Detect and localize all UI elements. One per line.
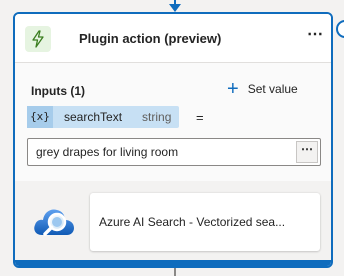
node-title: Plugin action (preview) xyxy=(79,31,222,46)
set-value-button[interactable]: + Set value xyxy=(227,79,298,99)
azure-ai-search-cloud-icon xyxy=(32,201,76,241)
value-input[interactable]: grey drapes for living room ⋯ xyxy=(27,138,321,166)
equals-operator: = xyxy=(196,110,204,125)
inputs-section: Inputs (1) + Set value {x} searchText st… xyxy=(15,63,331,181)
plugin-area: Azure AI Search - Vectorized sea... xyxy=(15,181,331,264)
value-more-button[interactable]: ⋯ xyxy=(296,141,318,163)
variable-name: searchText xyxy=(64,110,123,124)
plus-icon: + xyxy=(227,78,239,100)
value-text: grey drapes for living room xyxy=(36,145,179,159)
connection-handle[interactable] xyxy=(336,20,344,38)
card-bottom-bar xyxy=(15,260,331,266)
lightning-bolt-icon xyxy=(25,26,51,52)
variable-icon: {x} xyxy=(27,106,53,128)
flow-connector-bottom xyxy=(174,268,176,276)
plugin-label: Azure AI Search - Vectorized sea... xyxy=(99,215,286,229)
plugin-card[interactable]: Azure AI Search - Vectorized sea... xyxy=(90,193,320,251)
more-options-button[interactable]: ⋯ xyxy=(305,27,325,48)
flow-arrow-icon xyxy=(169,4,181,12)
plugin-action-node[interactable]: Plugin action (preview) ⋯ Inputs (1) + S… xyxy=(13,12,333,268)
node-header: Plugin action (preview) ⋯ xyxy=(15,14,331,62)
canvas: Plugin action (preview) ⋯ Inputs (1) + S… xyxy=(0,0,344,276)
variable-type: string xyxy=(142,110,172,124)
set-value-label: Set value xyxy=(247,82,298,96)
variable-chip[interactable]: {x} searchText string xyxy=(27,106,180,128)
inputs-label: Inputs (1) xyxy=(31,84,85,98)
